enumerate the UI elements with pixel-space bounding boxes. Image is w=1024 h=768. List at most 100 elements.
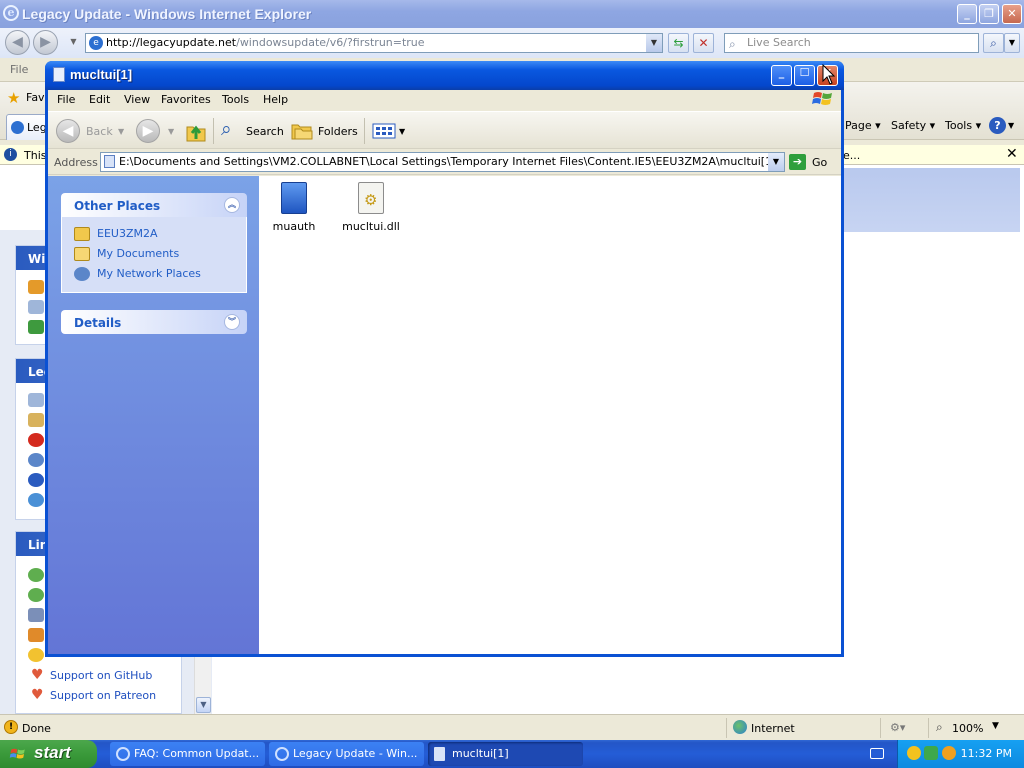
infobar-text: This [24, 149, 47, 162]
explorer-menu-edit[interactable]: Edit [89, 93, 110, 106]
ie-history-dropdown[interactable]: ▼ [63, 33, 84, 53]
go-arrow-icon[interactable]: ➔ [789, 154, 806, 170]
start-button[interactable]: start [0, 740, 97, 768]
zoom-dropdown[interactable]: ▼ [992, 721, 999, 731]
forward-dropdown[interactable]: ▼ [168, 127, 174, 136]
help-icon[interactable] [28, 473, 44, 487]
ie-refresh-button[interactable]: ⇆ [668, 33, 689, 53]
place-my-documents[interactable]: My Documents [97, 247, 179, 260]
keyboard-icon[interactable] [870, 748, 884, 759]
dll-file-icon: ⚙ [358, 182, 384, 214]
globe-icon[interactable] [28, 588, 44, 602]
place-eeu3zm2a[interactable]: EEU3ZM2A [97, 227, 158, 240]
clock[interactable]: 11:32 PM [961, 747, 1012, 760]
details-header[interactable]: Details ︾ [61, 310, 247, 334]
go-button-label[interactable]: Go [812, 156, 827, 169]
folder-up-icon[interactable] [185, 119, 207, 143]
status-text: Done [22, 722, 51, 735]
ie-cmd-page[interactable]: Page ▾ [845, 119, 881, 132]
search-icon[interactable]: ⌕ [221, 118, 232, 140]
other-places-body: EEU3ZM2A My Documents My Network Places [61, 217, 247, 293]
taskbar-task-mucltui[interactable]: mucltui[1] [428, 742, 583, 766]
page-icon[interactable] [28, 300, 44, 314]
explorer-menu-help[interactable]: Help [263, 93, 288, 106]
ie-search-button[interactable]: ⌕ [983, 33, 1004, 53]
history-icon[interactable] [28, 413, 44, 427]
zoom-level[interactable]: 100% [952, 722, 983, 735]
infobar-close-icon[interactable]: ✕ [1006, 146, 1018, 162]
ie-favorites-label[interactable]: Fav [26, 91, 45, 104]
error-icon[interactable] [28, 433, 44, 447]
restore-icon[interactable] [28, 453, 44, 467]
balloon-icon[interactable] [907, 746, 921, 760]
help-dropdown[interactable]: ▼ [1008, 121, 1014, 130]
forward-arrow-icon[interactable]: ▶ [136, 119, 160, 143]
security-icon[interactable] [924, 746, 938, 760]
explorer-file-view[interactable]: muauth ⚙ mucltui.dll [259, 176, 841, 654]
explorer-menu-file[interactable]: File [57, 93, 75, 106]
ie-search-box[interactable]: ⌕ Live Search [724, 33, 979, 53]
ie-minimize-button[interactable]: _ [957, 4, 977, 24]
ie-restore-button[interactable]: ❐ [979, 4, 999, 24]
media-icon[interactable] [28, 648, 44, 662]
back-arrow-icon[interactable]: ◀ [56, 119, 80, 143]
tools-icon[interactable] [28, 628, 44, 642]
zone-text: Internet [751, 722, 795, 735]
support-github-link[interactable]: Support on GitHub [50, 669, 152, 682]
folders-icon[interactable] [291, 122, 313, 140]
place-my-network-places[interactable]: My Network Places [97, 267, 201, 280]
explorer-menu-tools[interactable]: Tools [222, 93, 249, 106]
ie-search-options[interactable]: ▼ [1004, 33, 1020, 53]
other-places-header[interactable]: Other Places ︽ [61, 193, 247, 217]
file-item-muauth[interactable]: muauth [259, 182, 329, 233]
search-tray-icon[interactable] [942, 746, 956, 760]
address-input[interactable]: E:\Documents and Settings\VM2.COLLABNET\… [100, 152, 785, 172]
explorer-minimize-button[interactable]: _ [771, 65, 792, 86]
views-dropdown[interactable]: ▼ [399, 127, 405, 136]
system-tray: 11:32 PM [897, 740, 1024, 768]
back-button-label[interactable]: Back [86, 125, 113, 138]
ie-back-button[interactable]: ◀ [5, 30, 30, 55]
folder-icon [74, 227, 90, 241]
home-icon[interactable] [28, 280, 44, 294]
taskbar-task-faq[interactable]: FAQ: Common Updat... [110, 742, 265, 766]
protected-mode-icon[interactable]: ⚙▾ [890, 721, 905, 734]
address-dropdown[interactable]: ▼ [768, 153, 784, 171]
explorer-maximize-button[interactable]: ☐ [794, 65, 815, 86]
task-label: Legacy Update - Win... [293, 747, 418, 760]
back-dropdown[interactable]: ▼ [118, 127, 124, 136]
help-icon[interactable]: ? [989, 117, 1006, 134]
support-patreon-link[interactable]: Support on Patreon [50, 689, 156, 702]
settings-icon[interactable] [28, 393, 44, 407]
status-separator [928, 718, 929, 738]
ie-address-dropdown[interactable]: ▼ [646, 34, 662, 52]
mouse-cursor-icon [822, 64, 836, 85]
ie-stop-button[interactable]: ✕ [693, 33, 714, 53]
file-item-mucltui-dll[interactable]: ⚙ mucltui.dll [336, 182, 406, 233]
explorer-menu-view[interactable]: View [124, 93, 150, 106]
collapse-chevron-icon[interactable]: ︽ [224, 197, 240, 213]
info-icon[interactable] [28, 493, 44, 507]
people-icon[interactable] [28, 608, 44, 622]
file-name: muauth [272, 220, 316, 233]
taskbar-task-legacy-update[interactable]: Legacy Update - Win... [269, 742, 424, 766]
ie-menu-file[interactable]: File [10, 63, 28, 76]
globe-icon[interactable] [28, 568, 44, 582]
ie-close-button[interactable]: ✕ [1002, 4, 1022, 24]
explorer-menu-favorites[interactable]: Favorites [161, 93, 211, 106]
folders-button-label[interactable]: Folders [318, 125, 358, 138]
ie-address-bar[interactable]: e http://legacyupdate.net/windowsupdate/… [85, 33, 663, 53]
scroll-down-arrow[interactable]: ▼ [196, 697, 211, 713]
views-icon[interactable] [372, 123, 396, 139]
expand-chevron-icon[interactable]: ︾ [224, 314, 240, 330]
ie-forward-button[interactable]: ▶ [33, 30, 58, 55]
task-label: FAQ: Common Updat... [134, 747, 260, 760]
ie-cmd-safety[interactable]: Safety ▾ [891, 119, 935, 132]
ie-cmd-tools[interactable]: Tools ▾ [945, 119, 981, 132]
search-button-label[interactable]: Search [246, 125, 284, 138]
my-documents-icon [74, 247, 90, 261]
explorer-titlebar[interactable]: mucltui[1] _ ☐ ✕ [45, 61, 844, 90]
start-label: start [34, 743, 71, 762]
update-icon[interactable] [28, 320, 44, 334]
favorites-star-icon[interactable]: ★ [7, 89, 20, 107]
